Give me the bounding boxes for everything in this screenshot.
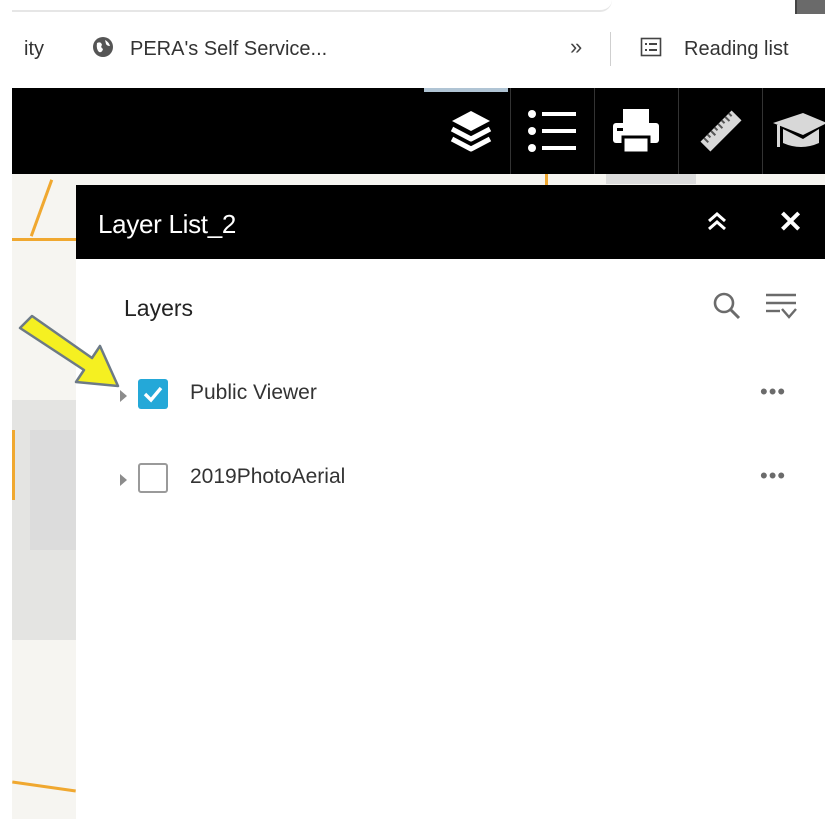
double-chevron-up-icon	[708, 212, 726, 231]
legend-icon	[528, 110, 576, 152]
map-road	[12, 430, 15, 500]
print-icon	[613, 109, 659, 155]
toolbar-divider	[594, 88, 595, 174]
close-panel-button[interactable]: ✕	[778, 205, 803, 240]
bookmark-partial[interactable]: ity	[24, 38, 44, 61]
layer-row[interactable]: Public Viewer •••	[116, 377, 816, 417]
toolbar-divider	[762, 88, 763, 174]
filter-list-icon[interactable]	[764, 291, 798, 321]
reading-list-button[interactable]: Reading list	[684, 38, 789, 61]
bookmark-pera[interactable]: PERA's Self Service...	[130, 38, 327, 61]
toolbar-divider	[678, 88, 679, 174]
ruler-icon	[700, 110, 742, 152]
globe-icon[interactable]	[92, 36, 114, 58]
map-building	[30, 430, 76, 550]
map-road	[12, 780, 76, 793]
bookmarks-bar: ity PERA's Self Service... » Reading lis…	[12, 0, 825, 88]
layers-tool-button[interactable]	[432, 88, 510, 174]
layer-name: 2019PhotoAerial	[190, 465, 346, 488]
reading-list-icon[interactable]	[640, 36, 662, 58]
layer-more-button[interactable]: •••	[760, 463, 786, 489]
window-corner	[795, 0, 825, 14]
education-tool-button[interactable]	[764, 88, 825, 174]
address-bar-edge	[12, 0, 612, 12]
panel-header: Layer List_2 ✕	[76, 185, 825, 259]
graduation-cap-icon	[773, 113, 825, 147]
left-edge	[0, 0, 12, 819]
annotation-arrow-icon	[18, 314, 120, 388]
layer-list-panel: Layer List_2 ✕ Layers Public Viewer •••	[76, 185, 825, 819]
expand-arrow-icon[interactable]	[120, 474, 127, 486]
bookmarks-overflow-button[interactable]: »	[570, 34, 582, 60]
search-icon[interactable]	[712, 291, 742, 321]
map-road	[29, 179, 54, 237]
layer-visibility-checkbox[interactable]	[138, 463, 168, 493]
legend-tool-button[interactable]	[512, 88, 592, 174]
measure-tool-button[interactable]	[680, 88, 762, 174]
bookmarks-separator	[610, 32, 611, 66]
map-building	[606, 174, 696, 184]
layer-more-button[interactable]: •••	[760, 379, 786, 405]
map-road	[12, 238, 76, 241]
panel-title: Layer List_2	[98, 209, 237, 239]
toolbar-divider	[510, 88, 511, 174]
collapse-panel-button[interactable]	[706, 210, 728, 239]
app-toolbar	[12, 88, 825, 174]
layer-name: Public Viewer	[190, 381, 317, 404]
layer-row[interactable]: 2019PhotoAerial •••	[116, 461, 816, 501]
layers-icon	[450, 111, 492, 152]
print-tool-button[interactable]	[596, 88, 676, 174]
